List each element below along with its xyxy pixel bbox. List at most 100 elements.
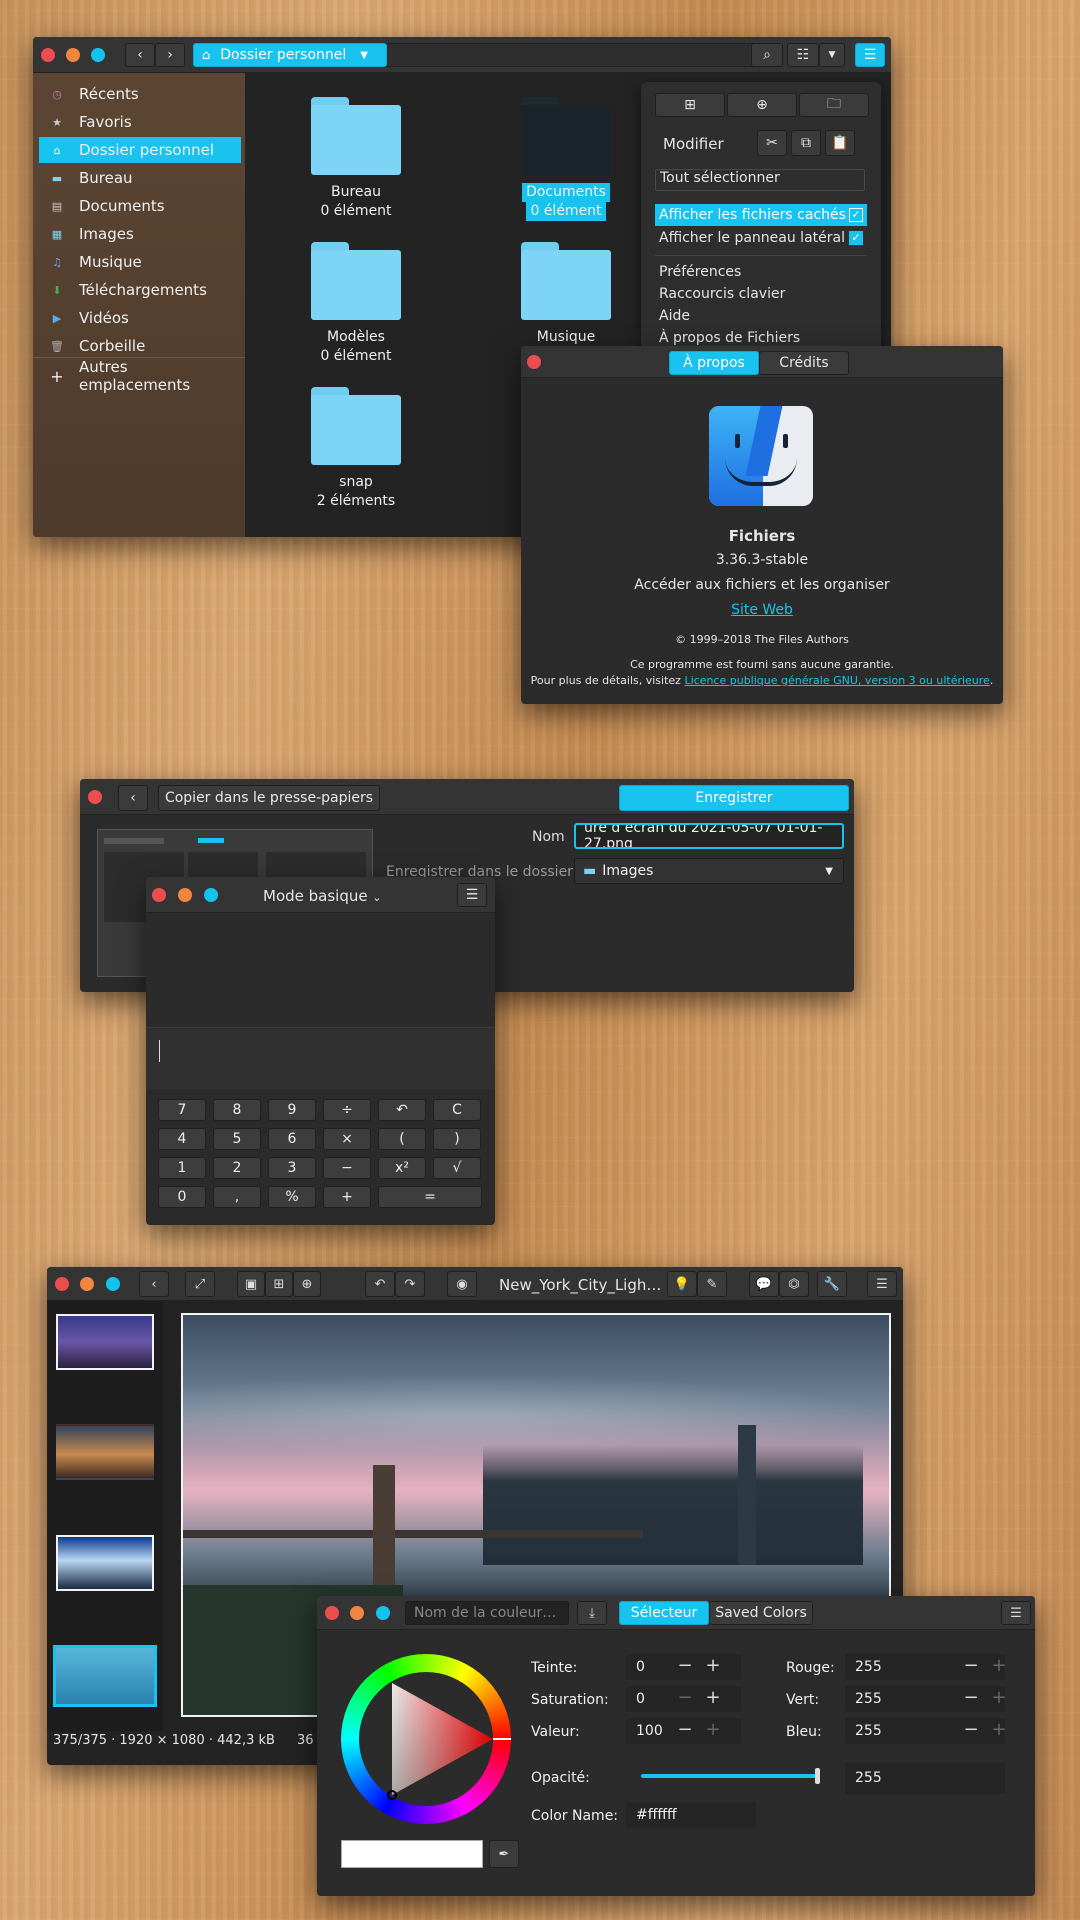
tools-button[interactable]: 🔧	[817, 1271, 847, 1297]
eyedropper-button[interactable]: ✒	[489, 1840, 519, 1868]
folder-label[interactable]: Documents 0 élément	[496, 183, 636, 221]
blue-increment[interactable]: +	[991, 1719, 1007, 1740]
hue-decrement[interactable]: −	[677, 1655, 693, 1676]
new-window-button[interactable]: ⊞	[655, 93, 725, 117]
sidebar-item-other-places[interactable]: + Autres emplacements	[39, 358, 241, 394]
tab-credits[interactable]: Crédits	[759, 351, 849, 375]
red-decrement[interactable]: −	[963, 1655, 979, 1676]
thumbnail[interactable]	[56, 1314, 154, 1370]
saturation-decrement[interactable]: −	[677, 1687, 693, 1708]
fullscreen-button[interactable]: ⤢	[185, 1271, 215, 1297]
key-3-1[interactable]: ,	[213, 1186, 261, 1208]
back-button[interactable]: ‹	[118, 785, 148, 811]
menu-item-shortcuts[interactable]: Raccourcis clavier	[659, 286, 785, 302]
mode-selector[interactable]: Mode basique ⌄	[263, 887, 382, 905]
tag-button[interactable]: ⏣	[779, 1271, 809, 1297]
adjust-button[interactable]: 💡	[667, 1271, 697, 1297]
add-button[interactable]: ⊕	[293, 1271, 321, 1297]
sidebar-item-7[interactable]: ♫ Musique	[39, 249, 241, 275]
key-2-5[interactable]: √	[433, 1157, 481, 1179]
key-2-3[interactable]: −	[323, 1157, 371, 1179]
filename-input[interactable]: ure d’écran du 2021-05-07 01-01-27.png	[574, 823, 844, 849]
sidebar-item-6[interactable]: ▦ Images	[39, 221, 241, 247]
sidebar-item-1[interactable]: ◷ Récents	[39, 81, 241, 107]
close-button[interactable]	[325, 1606, 339, 1620]
back-button[interactable]: ‹	[139, 1271, 169, 1297]
red-increment[interactable]: +	[991, 1655, 1007, 1676]
menu-item-about[interactable]: À propos de Fichiers	[659, 330, 800, 346]
new-tab-button[interactable]: ⊕	[727, 93, 797, 117]
colorname-input[interactable]: #ffffff	[626, 1802, 756, 1828]
minimize-button[interactable]	[66, 48, 80, 62]
green-decrement[interactable]: −	[963, 1687, 979, 1708]
slider-handle[interactable]	[815, 1768, 820, 1784]
select-all-button[interactable]: Tout sélectionner	[655, 169, 865, 191]
folder-select[interactable]: ▬ Images ▼	[574, 858, 844, 884]
key-0-0[interactable]: 7	[158, 1099, 206, 1121]
folder-icon[interactable]	[521, 97, 611, 175]
calc-display[interactable]	[146, 1027, 495, 1089]
key-0-3[interactable]: ÷	[323, 1099, 371, 1121]
edit-button[interactable]: ✎	[697, 1271, 727, 1297]
color-name-input[interactable]: Nom de la couleur…	[405, 1601, 569, 1625]
saturation-value-triangle[interactable]	[341, 1654, 511, 1824]
close-button[interactable]	[41, 48, 55, 62]
blue-decrement[interactable]: −	[963, 1719, 979, 1740]
red-input[interactable]: 255	[845, 1654, 1005, 1680]
sidebar-item-3[interactable]: ⌂ Dossier personnel	[39, 137, 241, 163]
close-button[interactable]	[527, 355, 541, 369]
minimize-button[interactable]	[80, 1277, 94, 1291]
maximize-button[interactable]	[106, 1277, 120, 1291]
minimize-button[interactable]	[178, 888, 192, 902]
sidebar-item-4[interactable]: ▬ Bureau	[39, 165, 241, 191]
menu-item-preferences[interactable]: Préférences	[659, 264, 741, 280]
sidebar-item-2[interactable]: ★ Favoris	[39, 109, 241, 135]
key-1-2[interactable]: 6	[268, 1128, 316, 1150]
key-2-4[interactable]: x²	[378, 1157, 426, 1179]
key-2-2[interactable]: 3	[268, 1157, 316, 1179]
sidebar-item-10[interactable]: 🗑 Corbeille	[39, 333, 241, 359]
menu-button[interactable]: ☰	[457, 883, 487, 907]
key-0-4[interactable]: ↶	[378, 1099, 426, 1121]
folder-icon[interactable]	[311, 97, 401, 175]
thumbnail[interactable]	[56, 1535, 154, 1591]
folder-icon[interactable]	[311, 242, 401, 320]
key-3-4[interactable]: =	[378, 1186, 482, 1208]
key-0-5[interactable]: C	[433, 1099, 481, 1121]
show-hidden-toggle[interactable]: Afficher les fichiers cachés ✓	[655, 204, 867, 226]
view-options-button[interactable]: ▼	[819, 43, 845, 67]
copy-button[interactable]: ⧉	[791, 130, 821, 156]
key-3-3[interactable]: +	[323, 1186, 371, 1208]
key-0-2[interactable]: 9	[268, 1099, 316, 1121]
maximize-button[interactable]	[204, 888, 218, 902]
new-folder-button[interactable]: 🗀	[799, 93, 869, 117]
single-view-button[interactable]: ▣	[237, 1271, 265, 1297]
forward-button[interactable]: ›	[155, 43, 185, 67]
opacity-slider[interactable]	[641, 1768, 820, 1784]
opacity-input[interactable]: 255	[845, 1762, 1005, 1794]
key-2-0[interactable]: 1	[158, 1157, 206, 1179]
blue-input[interactable]: 255	[845, 1718, 1005, 1744]
copy-clipboard-button[interactable]: Copier dans le presse-papiers	[158, 785, 380, 811]
green-increment[interactable]: +	[991, 1687, 1007, 1708]
tab-selector[interactable]: Sélecteur	[619, 1601, 709, 1625]
key-1-1[interactable]: 5	[213, 1128, 261, 1150]
menu-button[interactable]: ☰	[1001, 1601, 1031, 1625]
maximize-button[interactable]	[91, 48, 105, 62]
key-3-2[interactable]: %	[268, 1186, 316, 1208]
tab-about[interactable]: À propos	[669, 351, 759, 375]
website-link[interactable]: Site Web	[521, 602, 1003, 618]
value-increment[interactable]: +	[705, 1719, 721, 1740]
menu-button[interactable]: ☰	[867, 1271, 897, 1297]
menu-button[interactable]: ☰	[855, 43, 885, 67]
path-button-home[interactable]: ⌂ Dossier personnel ▼	[193, 43, 387, 67]
hue-increment[interactable]: +	[705, 1655, 721, 1676]
close-button[interactable]	[88, 790, 102, 804]
maximize-button[interactable]	[376, 1606, 390, 1620]
sidebar-item-9[interactable]: ▶ Vidéos	[39, 305, 241, 331]
key-2-1[interactable]: 2	[213, 1157, 261, 1179]
back-button[interactable]: ‹	[125, 43, 155, 67]
save-button[interactable]: Enregistrer	[619, 785, 849, 811]
thumbnail[interactable]	[56, 1424, 154, 1480]
folder-label[interactable]: Modèles 0 élément	[286, 328, 426, 366]
